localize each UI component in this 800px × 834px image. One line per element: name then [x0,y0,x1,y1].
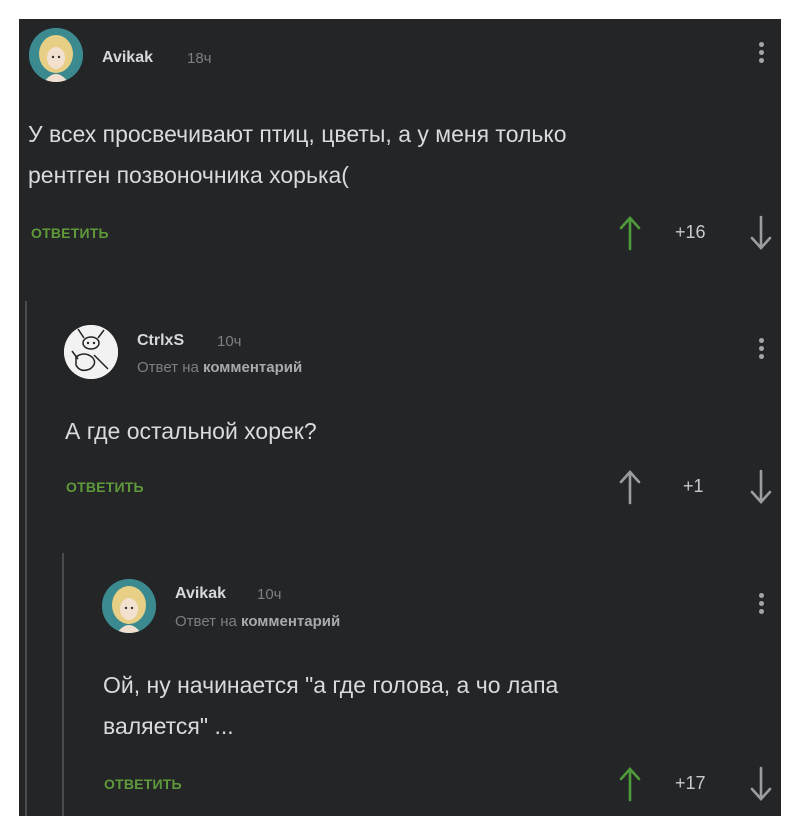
comment-text-line: валяется" ... [103,713,234,739]
girl-avatar-icon [102,579,156,633]
comment-text: Ой, ну начинается "а где голова, а чо ла… [103,665,753,747]
comments-panel: Avikak 18ч У всех просвечивают птиц, цве… [19,19,781,816]
comment-time: 10ч [257,586,282,603]
upvote-arrow-icon[interactable] [618,766,642,802]
reply-button[interactable]: ОТВЕТИТЬ [104,776,182,792]
downvote-arrow-icon[interactable] [749,766,773,802]
reply-to-link[interactable]: комментарий [241,613,340,630]
comment-text-line: Ой, ну начинается "а где голова, а чо ла… [103,672,559,698]
reply-to-label: Ответ на комментарий [175,613,340,630]
comment-3: Avikak 10ч Ответ на комментарий Ой, ну н… [19,19,781,816]
author-name[interactable]: Avikak [175,585,226,603]
avatar[interactable] [102,579,156,633]
reply-to-prefix: Ответ на [175,613,237,630]
score-value: +17 [675,773,706,793]
more-menu-icon[interactable] [755,590,767,624]
